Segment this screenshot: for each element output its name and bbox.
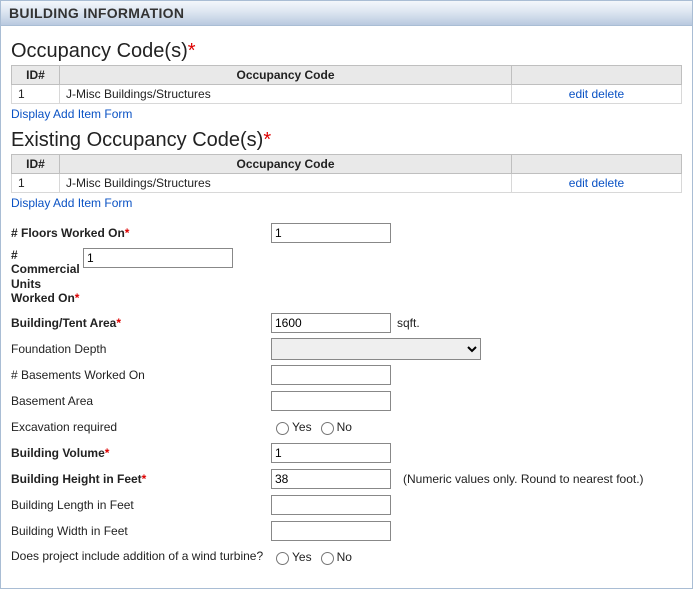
col-header-code: Occupancy Code [60, 155, 512, 174]
delete-link[interactable]: delete [592, 87, 625, 101]
table-row: 1 J-Misc Buildings/Structures edit delet… [12, 174, 682, 193]
height-input[interactable] [271, 469, 391, 489]
excavation-no-option[interactable]: No [316, 419, 352, 435]
excavation-yes-option[interactable]: Yes [271, 419, 312, 435]
cell-actions: edit delete [512, 174, 682, 193]
floors-label: # Floors Worked On* [11, 226, 271, 240]
width-input[interactable] [271, 521, 391, 541]
occupancy-codes-title: Occupancy Code(s)* [11, 40, 682, 63]
excavation-no-radio[interactable] [321, 422, 334, 435]
area-label: Building/Tent Area* [11, 316, 271, 330]
excavation-yes-radio[interactable] [276, 422, 289, 435]
turbine-no-radio[interactable] [321, 552, 334, 565]
floors-input[interactable] [271, 223, 391, 243]
foundation-depth-label: Foundation Depth [11, 342, 271, 356]
basement-area-input[interactable] [271, 391, 391, 411]
commercial-units-label: # Commercial Units Worked On* [11, 248, 83, 306]
occupancy-codes-title-text: Occupancy Code(s) [11, 40, 188, 62]
edit-link[interactable]: edit [569, 176, 588, 190]
basements-label: # Basements Worked On [11, 368, 271, 382]
height-hint: (Numeric values only. Round to nearest f… [403, 472, 644, 486]
basements-input[interactable] [271, 365, 391, 385]
height-label: Building Height in Feet* [11, 472, 271, 486]
existing-occupancy-codes-title: Existing Occupancy Code(s)* [11, 129, 682, 152]
cell-id: 1 [12, 174, 60, 193]
col-header-code: Occupancy Code [60, 66, 512, 85]
turbine-label: Does project include addition of a wind … [11, 549, 271, 563]
cell-code: J-Misc Buildings/Structures [60, 85, 512, 104]
display-add-item-form-link[interactable]: Display Add Item Form [11, 196, 682, 210]
display-add-item-form-link[interactable]: Display Add Item Form [11, 107, 682, 121]
building-info-panel: BUILDING INFORMATION Occupancy Code(s)* … [0, 0, 693, 589]
col-header-actions [512, 155, 682, 174]
existing-occupancy-codes-title-text: Existing Occupancy Code(s) [11, 129, 263, 151]
panel-content: Occupancy Code(s)* ID# Occupancy Code 1 … [1, 26, 692, 588]
existing-occupancy-codes-table: ID# Occupancy Code 1 J-Misc Buildings/St… [11, 154, 682, 193]
excavation-label: Excavation required [11, 420, 271, 434]
delete-link[interactable]: delete [592, 176, 625, 190]
basement-area-label: Basement Area [11, 394, 271, 408]
form-area: # Floors Worked On* # Commercial Units W… [11, 222, 682, 568]
commercial-units-input[interactable] [83, 248, 233, 268]
col-header-id: ID# [12, 66, 60, 85]
table-row: 1 J-Misc Buildings/Structures edit delet… [12, 85, 682, 104]
turbine-yes-option[interactable]: Yes [271, 549, 312, 565]
turbine-no-option[interactable]: No [316, 549, 352, 565]
length-label: Building Length in Feet [11, 498, 271, 512]
area-unit: sqft. [397, 316, 420, 330]
col-header-actions [512, 66, 682, 85]
foundation-depth-select[interactable] [271, 338, 481, 360]
width-label: Building Width in Feet [11, 524, 271, 538]
cell-actions: edit delete [512, 85, 682, 104]
length-input[interactable] [271, 495, 391, 515]
panel-title: BUILDING INFORMATION [1, 1, 692, 26]
volume-label: Building Volume* [11, 446, 271, 460]
col-header-id: ID# [12, 155, 60, 174]
cell-id: 1 [12, 85, 60, 104]
turbine-yes-radio[interactable] [276, 552, 289, 565]
occupancy-codes-table: ID# Occupancy Code 1 J-Misc Buildings/St… [11, 65, 682, 104]
required-mark: * [188, 40, 196, 62]
cell-code: J-Misc Buildings/Structures [60, 174, 512, 193]
volume-input[interactable] [271, 443, 391, 463]
edit-link[interactable]: edit [569, 87, 588, 101]
area-input[interactable] [271, 313, 391, 333]
required-mark: * [263, 129, 271, 151]
